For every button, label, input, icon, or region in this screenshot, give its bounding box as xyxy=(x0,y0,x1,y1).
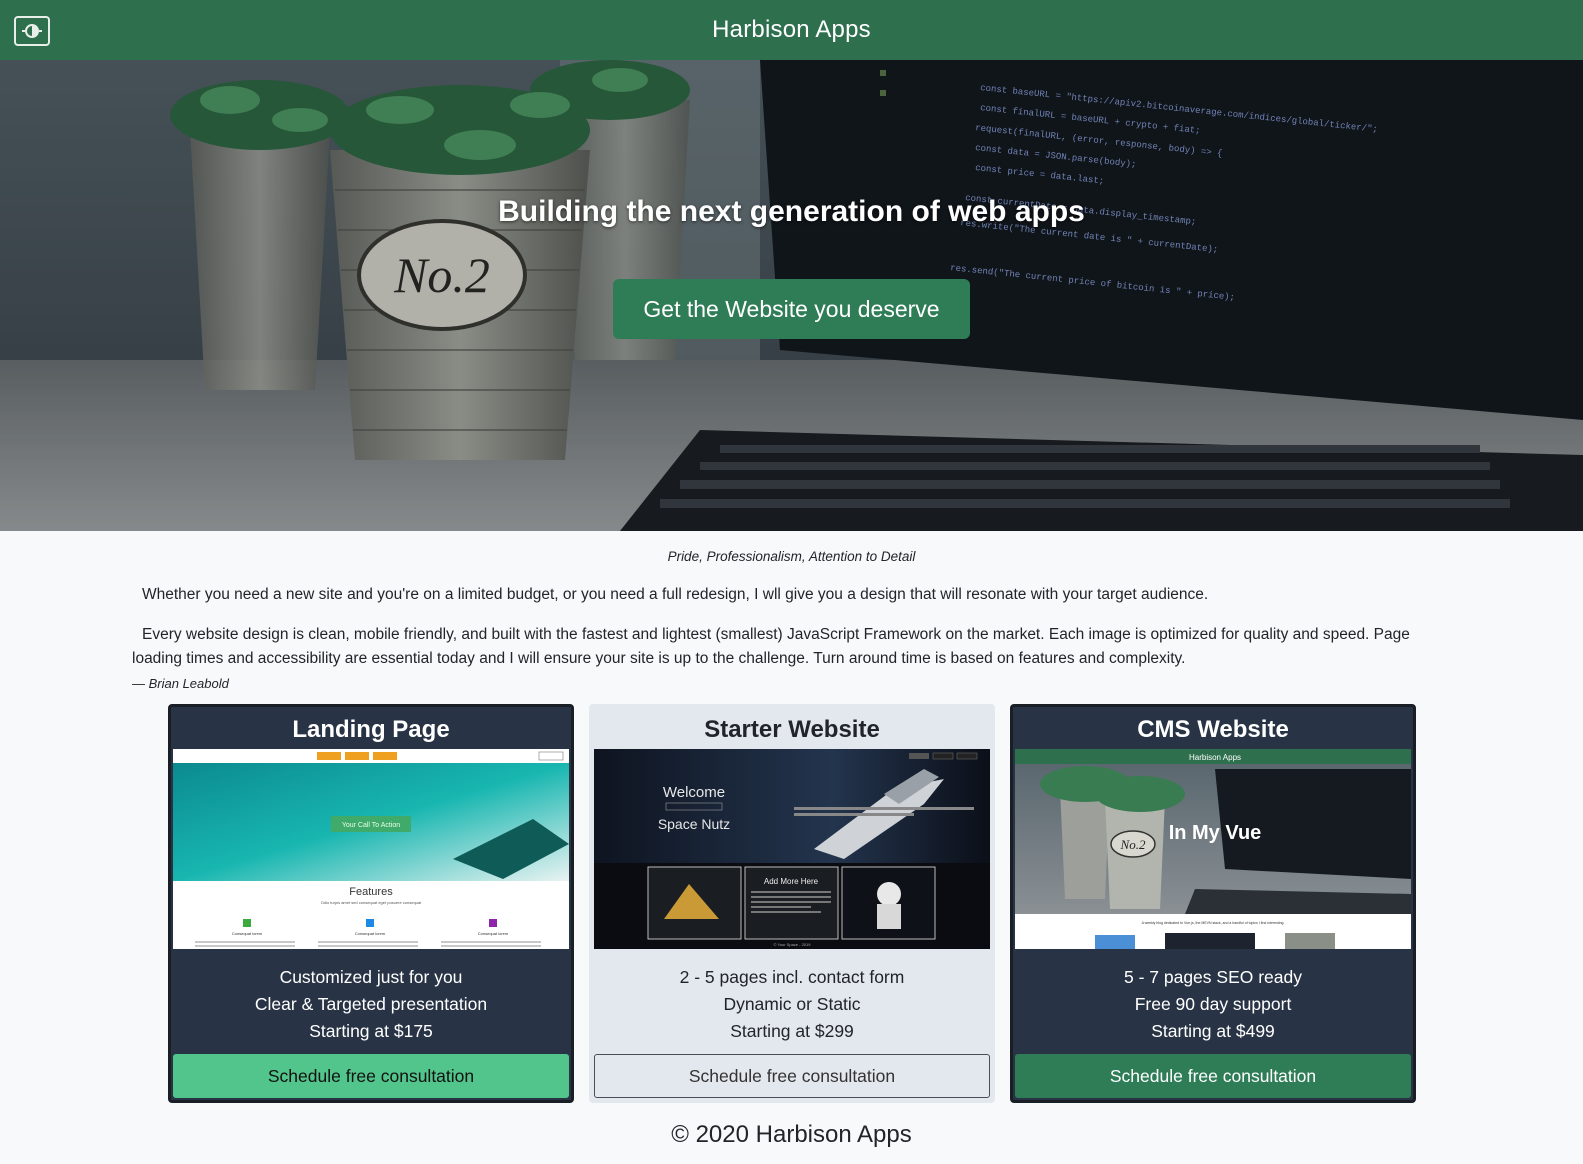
preview-pot-label: No.2 xyxy=(1120,837,1146,852)
footer-copyright: © 2020 Harbison Apps xyxy=(671,1121,912,1148)
tagline: Pride, Professionalism, Attention to Det… xyxy=(667,549,916,564)
landing-page-preview-image: Your Call To Action Features Odio turpis… xyxy=(173,749,569,949)
cms-website-preview-image: Harbison Apps No.2 In My Vue A weekly bl… xyxy=(1015,749,1411,949)
site-brand[interactable]: Harbison Apps xyxy=(712,16,871,44)
preview-headline: In My Vue xyxy=(1169,822,1262,844)
preview-features-subheading: Odio turpis amet sed consequat eget posu… xyxy=(321,900,422,905)
preview-cta-text: Your Call To Action xyxy=(342,822,400,829)
brightness-toggle-icon[interactable] xyxy=(14,16,50,46)
hero-cta-button[interactable]: Get the Website you deserve xyxy=(613,279,970,339)
preview-tile-title: Add More Here xyxy=(764,877,819,886)
card-features: Customized just for you Clear & Targeted… xyxy=(171,964,571,1045)
preview-feature-1: Consequat lorem xyxy=(232,931,263,936)
preview-brand: Harbison Apps xyxy=(1189,753,1241,762)
intro-paragraph-2: Every website design is clean, mobile fr… xyxy=(132,626,1410,667)
hero-title: Building the next generation of web apps xyxy=(498,195,1085,228)
preview-footer: © Your Space - 2019 xyxy=(774,942,812,947)
preview-caption: A weekly blog dedicated to Vue.js, the M… xyxy=(1142,921,1285,925)
card-feature-line: Clear & Targeted presentation xyxy=(254,994,488,1014)
navbar: Harbison Apps xyxy=(0,0,1583,60)
quote-author: — Brian Leabold xyxy=(132,676,229,691)
preview-features-heading: Features xyxy=(349,886,393,898)
card-price-line: Starting at $299 xyxy=(730,1021,854,1041)
intro-paragraph-1: Whether you need a new site and you're o… xyxy=(142,586,1209,603)
card-features: 2 - 5 pages incl. contact form Dynamic o… xyxy=(592,964,992,1045)
hero-banner: No.2 const baseURL = "https://apiv2.bitc… xyxy=(0,60,1583,531)
card-price-line: Starting at $499 xyxy=(1151,1021,1275,1041)
card-feature-line: Customized just for you xyxy=(279,967,463,987)
card-feature-line: 5 - 7 pages SEO ready xyxy=(1123,967,1303,987)
pricing-card-starter-website: Starter Website Welcome Space Nutz Add M… xyxy=(589,704,995,1103)
card-feature-line: Dynamic or Static xyxy=(723,994,861,1014)
pricing-card-landing-page: Landing Page Your Call To Action Feature… xyxy=(168,704,574,1103)
card-title: CMS Website xyxy=(1137,716,1289,743)
schedule-consultation-button[interactable]: Schedule free consultation xyxy=(1015,1054,1411,1098)
card-title: Starter Website xyxy=(704,716,880,743)
starter-website-preview-image: Welcome Space Nutz Add More Here © Your … xyxy=(594,749,990,949)
pricing-card-cms-website: CMS Website Harbison Apps No.2 In My Vue… xyxy=(1010,704,1416,1103)
preview-subtitle: Space Nutz xyxy=(658,816,730,832)
preview-feature-2: Consequat lorem xyxy=(355,931,386,936)
preview-feature-3: Consequat lorem xyxy=(478,931,509,936)
preview-welcome: Welcome xyxy=(663,784,725,801)
schedule-consultation-button[interactable]: Schedule free consultation xyxy=(173,1054,569,1098)
card-price-line: Starting at $175 xyxy=(309,1021,433,1041)
card-feature-line: Free 90 day support xyxy=(1134,994,1292,1014)
card-features: 5 - 7 pages SEO ready Free 90 day suppor… xyxy=(1013,964,1413,1045)
card-feature-line: 2 - 5 pages incl. contact form xyxy=(679,967,905,987)
schedule-consultation-button[interactable]: Schedule free consultation xyxy=(594,1054,990,1098)
card-title: Landing Page xyxy=(292,716,450,743)
